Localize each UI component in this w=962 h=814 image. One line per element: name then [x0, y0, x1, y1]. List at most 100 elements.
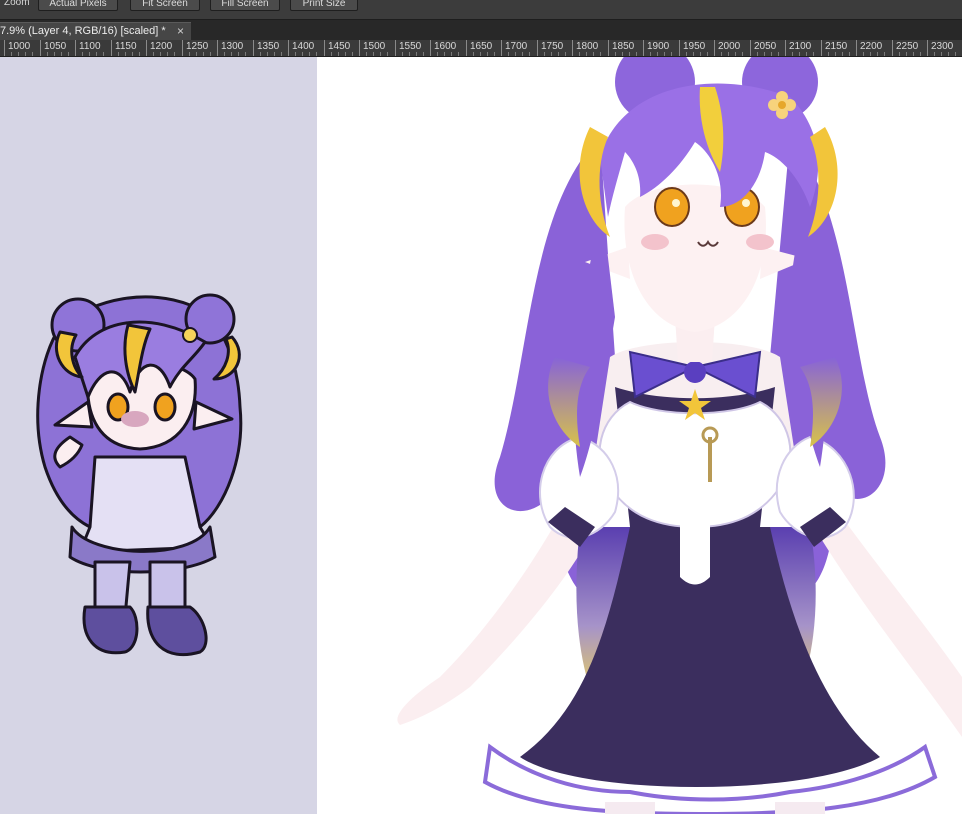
- ruler-minor-tick: [778, 52, 779, 56]
- ruler-minor-tick: [274, 52, 275, 56]
- ruler-minor-tick: [245, 52, 246, 56]
- ruler-minor-tick: [664, 52, 665, 56]
- ruler-label: 1400: [292, 41, 315, 52]
- close-icon[interactable]: ×: [177, 24, 184, 38]
- print-size-button[interactable]: Print Size: [290, 0, 358, 11]
- ruler-minor-tick: [686, 52, 687, 56]
- ruler-tick: [892, 40, 893, 56]
- ruler-minor-tick: [884, 52, 885, 56]
- ruler-minor-tick: [132, 52, 133, 56]
- zoom-label: Zoom: [4, 0, 30, 8]
- ruler-minor-tick: [806, 52, 807, 56]
- ruler-minor-tick: [167, 52, 168, 56]
- ruler-tick: [466, 40, 467, 56]
- actual-pixels-button[interactable]: Actual Pixels: [38, 0, 118, 11]
- ruler-label: 1200: [150, 41, 173, 52]
- ruler-label: 1300: [221, 41, 244, 52]
- ruler-minor-tick: [650, 52, 651, 56]
- ruler-label: 1700: [505, 41, 528, 52]
- ruler-label: 1000: [8, 41, 31, 52]
- ruler-label: 2000: [718, 41, 741, 52]
- ruler-tick: [359, 40, 360, 56]
- ruler-tick: [608, 40, 609, 56]
- ruler-minor-tick: [480, 52, 481, 56]
- ruler-minor-tick: [387, 52, 388, 56]
- ruler-minor-tick: [352, 52, 353, 56]
- document-tab-title: 7.9% (Layer 4, RGB/16) [scaled] *: [0, 25, 166, 37]
- ruler-minor-tick: [118, 52, 119, 56]
- ruler-minor-tick: [451, 52, 452, 56]
- ruler-minor-tick: [622, 52, 623, 56]
- ruler-minor-tick: [160, 52, 161, 56]
- ruler-minor-tick: [828, 52, 829, 56]
- ruler-tick: [785, 40, 786, 56]
- ruler-label: 2250: [896, 41, 919, 52]
- ruler-minor-tick: [210, 52, 211, 56]
- ruler-minor-tick: [224, 52, 225, 56]
- ruler-minor-tick: [11, 52, 12, 56]
- ruler-minor-tick: [813, 52, 814, 56]
- ruler-label: 2300: [931, 41, 954, 52]
- ruler-minor-tick: [302, 52, 303, 56]
- ruler-label: 1950: [683, 41, 706, 52]
- ruler-minor-tick: [849, 52, 850, 56]
- ruler-minor-tick: [139, 52, 140, 56]
- ruler-minor-tick: [721, 52, 722, 56]
- ruler-minor-tick: [153, 52, 154, 56]
- ruler-minor-tick: [338, 52, 339, 56]
- ruler-label: 1850: [612, 41, 635, 52]
- ruler-minor-tick: [522, 52, 523, 56]
- ruler-minor-tick: [61, 52, 62, 56]
- ruler-minor-tick: [380, 52, 381, 56]
- ruler-minor-tick: [792, 52, 793, 56]
- ruler-tick: [40, 40, 41, 56]
- ruler-label: 1750: [541, 41, 564, 52]
- ruler-minor-tick: [416, 52, 417, 56]
- ruler-minor-tick: [402, 52, 403, 56]
- ruler-minor-tick: [593, 52, 594, 56]
- ruler-label: 1050: [44, 41, 67, 52]
- ruler-minor-tick: [473, 52, 474, 56]
- ruler-minor-tick: [764, 52, 765, 56]
- ruler-tick: [75, 40, 76, 56]
- chibi-reference-image: [36, 293, 243, 657]
- canvas-area[interactable]: [0, 57, 962, 814]
- ruler-minor-tick: [799, 52, 800, 56]
- ruler-minor-tick: [657, 52, 658, 56]
- ruler-minor-tick: [174, 52, 175, 56]
- document-tab[interactable]: 7.9% (Layer 4, RGB/16) [scaled] * ×: [0, 22, 191, 40]
- ruler-minor-tick: [600, 52, 601, 56]
- ruler-tick: [501, 40, 502, 56]
- ruler-minor-tick: [693, 52, 694, 56]
- ruler-label: 2200: [860, 41, 883, 52]
- character-artwork: [397, 57, 962, 814]
- ruler-minor-tick: [96, 52, 97, 56]
- ruler-label: 1350: [257, 41, 280, 52]
- ruler-minor-tick: [316, 52, 317, 56]
- ruler-minor-tick: [373, 52, 374, 56]
- ruler-minor-tick: [331, 52, 332, 56]
- ruler-tick: [324, 40, 325, 56]
- ruler-minor-tick: [707, 52, 708, 56]
- ruler-tick: [537, 40, 538, 56]
- ruler-minor-tick: [203, 52, 204, 56]
- ruler-minor-tick: [508, 52, 509, 56]
- ruler-minor-tick: [82, 52, 83, 56]
- ruler-minor-tick: [189, 52, 190, 56]
- horizontal-ruler[interactable]: 1000 1050 1100 1150 1200 1250 1300 1350 1400 1450…: [0, 40, 962, 57]
- ruler-minor-tick: [32, 52, 33, 56]
- ruler-minor-tick: [615, 52, 616, 56]
- ruler-minor-tick: [544, 52, 545, 56]
- ruler-minor-tick: [89, 52, 90, 56]
- ruler-label: 1600: [434, 41, 457, 52]
- ruler-minor-tick: [700, 52, 701, 56]
- fill-screen-button[interactable]: Fill Screen: [210, 0, 280, 11]
- fit-screen-button[interactable]: Fit Screen: [130, 0, 200, 11]
- ruler-tick: [679, 40, 680, 56]
- ruler-minor-tick: [757, 52, 758, 56]
- ruler-minor-tick: [529, 52, 530, 56]
- ruler-minor-tick: [281, 52, 282, 56]
- ruler-tick: [430, 40, 431, 56]
- ruler-minor-tick: [196, 52, 197, 56]
- ruler-minor-tick: [671, 52, 672, 56]
